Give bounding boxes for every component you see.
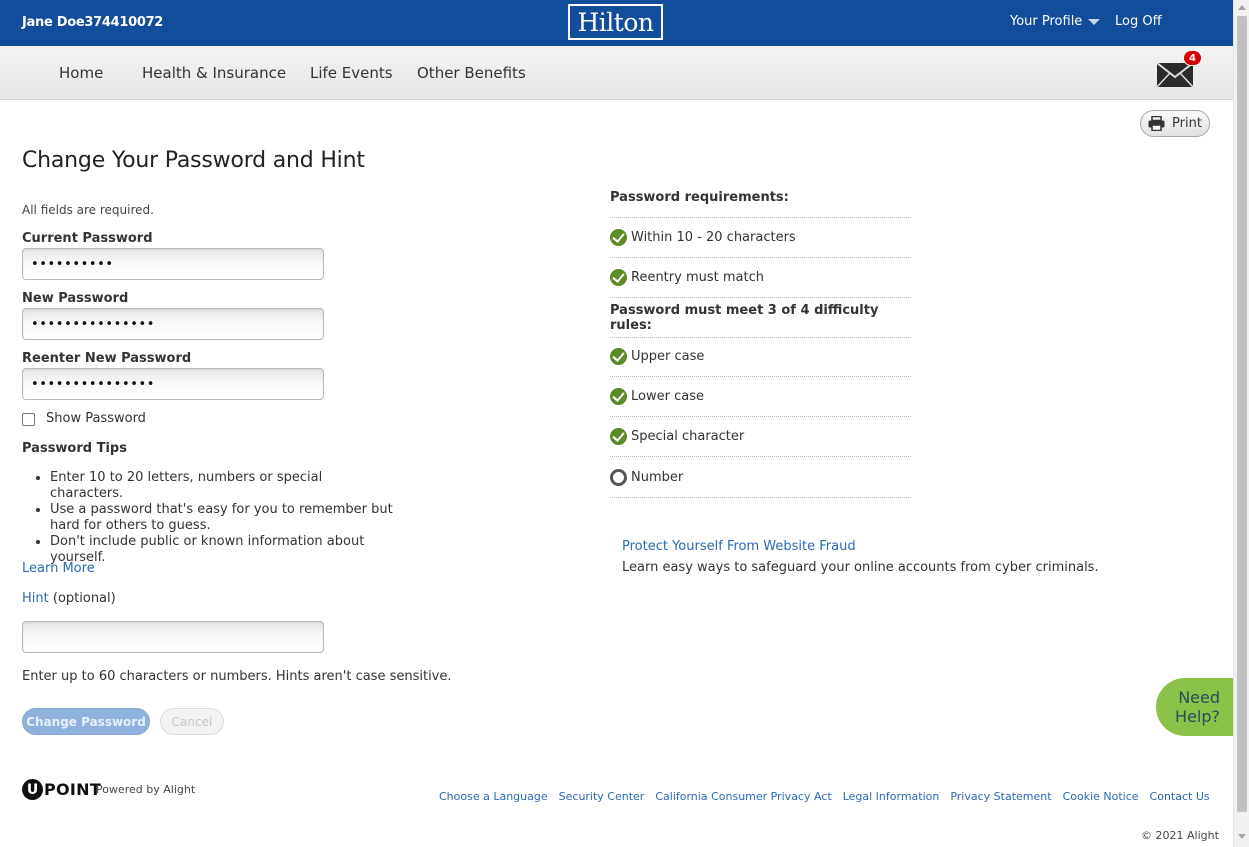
new-password-value: ••••••••••••••• — [31, 316, 156, 332]
unchecked-circle-icon — [610, 469, 627, 486]
scroll-up-icon[interactable] — [1238, 5, 1246, 10]
tip-item: Use a password that's easy for you to re… — [50, 502, 395, 534]
current-password-label: Current Password — [22, 231, 153, 246]
rule-lower-case: Lower case — [610, 377, 911, 417]
hint-heading: Hint (optional) — [22, 591, 116, 606]
footer-link-privacy[interactable]: Privacy Statement — [950, 790, 1051, 803]
powered-by: Powered by Alight — [96, 783, 196, 796]
nav-item-home[interactable]: Home — [59, 64, 103, 82]
requirement-label: Reentry must match — [631, 270, 764, 285]
upoint-u: U — [22, 779, 43, 800]
show-password-label[interactable]: Show Password — [46, 411, 146, 426]
current-password-value: •••••••••• — [31, 256, 114, 272]
current-password-field[interactable]: •••••••••• — [22, 248, 324, 280]
requirement-label: Within 10 - 20 characters — [631, 230, 796, 245]
upoint-logo: U POINT — [22, 779, 101, 800]
website-fraud-link[interactable]: Protect Yourself From Website Fraud — [622, 539, 856, 554]
need-help-line1[interactable]: Need — [1156, 688, 1220, 707]
printer-icon — [1148, 116, 1165, 131]
footer-link-contact[interactable]: Contact Us — [1150, 790, 1210, 803]
hilton-logo[interactable]: Hilton — [568, 4, 663, 40]
upoint-wordmark: POINT — [44, 780, 102, 799]
top-bar: Jane Doe374410072 Hilton Your Profile Lo… — [0, 0, 1233, 46]
footer-link-cookie[interactable]: Cookie Notice — [1063, 790, 1139, 803]
check-icon — [610, 269, 627, 286]
requirement-length: Within 10 - 20 characters — [610, 218, 911, 258]
footer-link-security[interactable]: Security Center — [559, 790, 645, 803]
your-profile-menu[interactable]: Your Profile — [1010, 14, 1101, 29]
tip-item: Enter 10 to 20 letters, numbers or speci… — [50, 470, 395, 502]
log-off-link[interactable]: Log Off — [1115, 14, 1162, 29]
reenter-password-field[interactable]: ••••••••••••••• — [22, 368, 324, 400]
scroll-down-icon[interactable] — [1238, 834, 1246, 839]
difficulty-title: Password must meet 3 of 4 difficulty rul… — [610, 298, 911, 338]
hint-field[interactable] — [22, 621, 324, 653]
password-tips-list: Enter 10 to 20 letters, numbers or speci… — [50, 470, 395, 566]
rule-label: Number — [631, 470, 684, 485]
tip-item: Don't include public or known informatio… — [50, 534, 395, 566]
difficulty-title-text: Password must meet 3 of 4 difficulty rul… — [610, 302, 879, 333]
main-nav: Home Health & Insurance Life Events Othe… — [0, 46, 1233, 100]
cancel-button[interactable]: Cancel — [160, 708, 224, 735]
footer-link-ccpa[interactable]: California Consumer Privacy Act — [655, 790, 831, 803]
rule-label: Special character — [631, 429, 745, 444]
rule-label: Upper case — [631, 349, 705, 364]
scrollbar-thumb[interactable] — [1237, 16, 1247, 812]
requirements-title-text: Password requirements: — [610, 190, 789, 205]
rule-upper-case: Upper case — [610, 337, 911, 377]
reenter-password-value: ••••••••••••••• — [31, 376, 156, 392]
page-title: Change Your Password and Hint — [22, 148, 365, 173]
check-icon — [610, 229, 627, 246]
print-button[interactable]: Print — [1140, 110, 1210, 137]
rule-special-character: Special character — [610, 417, 911, 457]
check-icon — [610, 388, 627, 405]
need-help-line2[interactable]: Help? — [1156, 707, 1220, 726]
copyright: © 2021 Alight — [1141, 829, 1219, 842]
user-name: Jane Doe374410072 — [22, 15, 164, 30]
need-help-button[interactable]: Need Help? — [1156, 678, 1233, 736]
requirement-reentry: Reentry must match — [610, 258, 911, 298]
nav-item-health-insurance[interactable]: Health & Insurance — [142, 64, 286, 82]
hint-note: Enter up to 60 characters or numbers. Hi… — [22, 669, 452, 684]
nav-item-life-events[interactable]: Life Events — [310, 64, 393, 82]
footer-link-language[interactable]: Choose a Language — [439, 790, 548, 803]
learn-more-link[interactable]: Learn More — [22, 561, 95, 576]
required-note: All fields are required. — [22, 203, 154, 217]
rule-number: Number — [610, 458, 911, 498]
footer-links: Choose a Language Security Center Califo… — [439, 790, 1210, 803]
mail-count-badge: 4 — [1183, 50, 1202, 66]
your-profile-label[interactable]: Your Profile — [1010, 14, 1082, 29]
new-password-field[interactable]: ••••••••••••••• — [22, 308, 324, 340]
print-label[interactable]: Print — [1172, 116, 1202, 131]
password-tips-title: Password Tips — [22, 441, 127, 456]
show-password-checkbox[interactable] — [22, 413, 35, 426]
footer-link-legal[interactable]: Legal Information — [843, 790, 940, 803]
website-fraud-text: Learn easy ways to safeguard your online… — [622, 560, 1099, 575]
hint-optional: (optional) — [52, 591, 116, 606]
new-password-label: New Password — [22, 291, 129, 306]
rule-label: Lower case — [631, 389, 704, 404]
requirements-title: Password requirements: — [610, 178, 911, 218]
reenter-password-label: Reenter New Password — [22, 351, 192, 366]
change-password-button[interactable]: Change Password — [22, 708, 150, 735]
mail-icon[interactable] — [1156, 62, 1194, 88]
chevron-down-icon[interactable] — [1088, 19, 1101, 25]
check-icon — [610, 348, 627, 365]
page-scrollbar[interactable] — [1233, 0, 1249, 847]
nav-item-other-benefits[interactable]: Other Benefits — [417, 64, 526, 82]
check-icon — [610, 428, 627, 445]
hint-link[interactable]: Hint — [22, 591, 49, 606]
